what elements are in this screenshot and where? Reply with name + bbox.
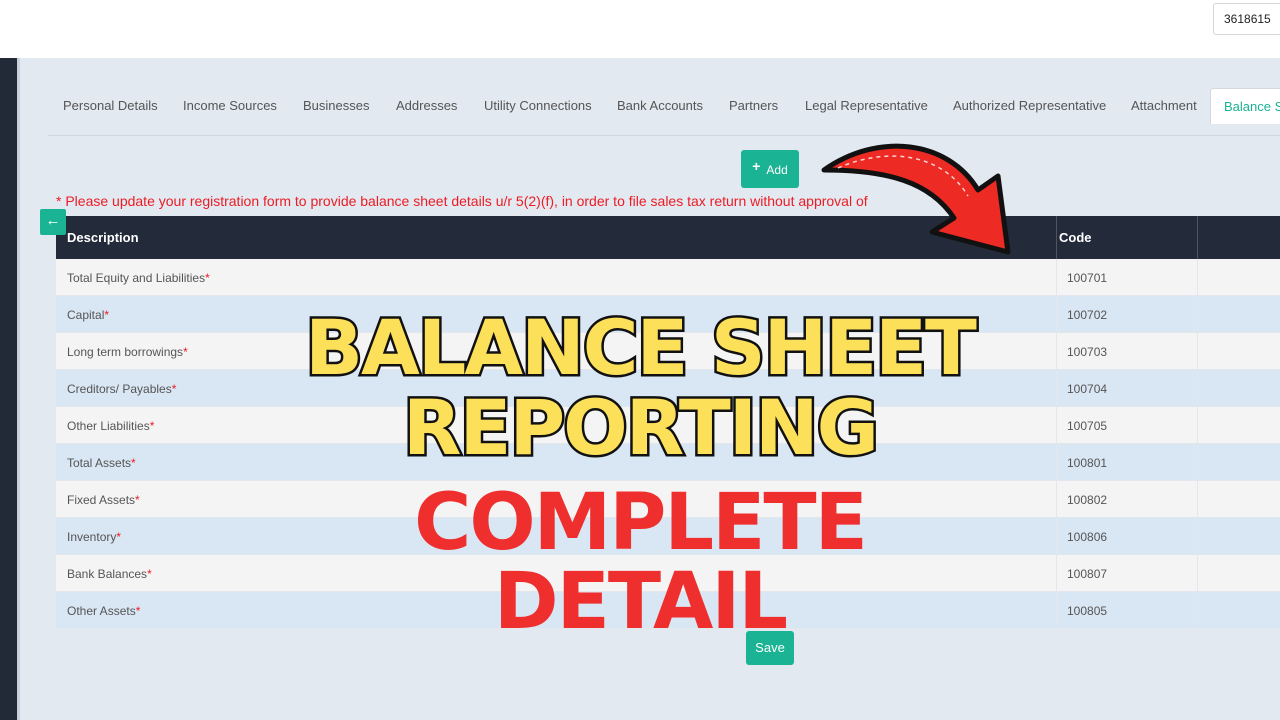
tab-utility-connections[interactable]: Utility Connections	[484, 88, 592, 124]
plus-icon: +	[752, 158, 761, 174]
tab-personal-details[interactable]: Personal Details	[63, 88, 158, 124]
back-button[interactable]: ←	[40, 209, 66, 235]
thumbnail-subtitle-line-1: COMPLETE	[414, 478, 868, 568]
add-button[interactable]: + Add	[741, 150, 799, 188]
thumbnail-title-line-2: REPORTING	[401, 381, 882, 475]
required-mark: *	[205, 271, 210, 285]
column-header-description: Description	[67, 230, 139, 245]
tab-partners[interactable]: Partners	[729, 88, 778, 124]
tab-income-sources[interactable]: Income Sources	[183, 88, 277, 124]
tab-addresses[interactable]: Addresses	[396, 88, 457, 124]
tab-balance-sheet[interactable]: Balance Sheet	[1210, 88, 1280, 124]
top-bar: 3618615	[0, 0, 1280, 58]
row-description: Total Equity and Liabilities*	[67, 271, 210, 285]
row-code: 100701	[1067, 271, 1108, 285]
thumbnail-title-line-1: BALANCE SHEET	[303, 301, 980, 395]
header-divider	[1197, 216, 1198, 259]
tab-businesses[interactable]: Businesses	[303, 88, 369, 124]
thumbnail-subtitle-line-2: DETAIL	[493, 557, 788, 647]
tab-attachment[interactable]: Attachment	[1131, 88, 1197, 124]
tab-authorized-representative[interactable]: Authorized Representative	[953, 88, 1106, 124]
tab-bank-accounts[interactable]: Bank Accounts	[617, 88, 703, 124]
table-header: Description Code	[56, 216, 1280, 259]
arrow-left-icon: ←	[45, 212, 61, 229]
tab-bar: Personal Details Income Sources Business…	[48, 88, 1280, 136]
tab-legal-representative[interactable]: Legal Representative	[805, 88, 928, 124]
add-button-label: Add	[766, 163, 788, 177]
header-divider	[1056, 216, 1057, 259]
red-curved-arrow-icon	[821, 143, 1011, 255]
user-id-field[interactable]: 3618615	[1213, 3, 1280, 35]
column-header-code: Code	[1059, 230, 1092, 245]
table-row: Total Equity and Liabilities* 100701	[56, 259, 1280, 296]
